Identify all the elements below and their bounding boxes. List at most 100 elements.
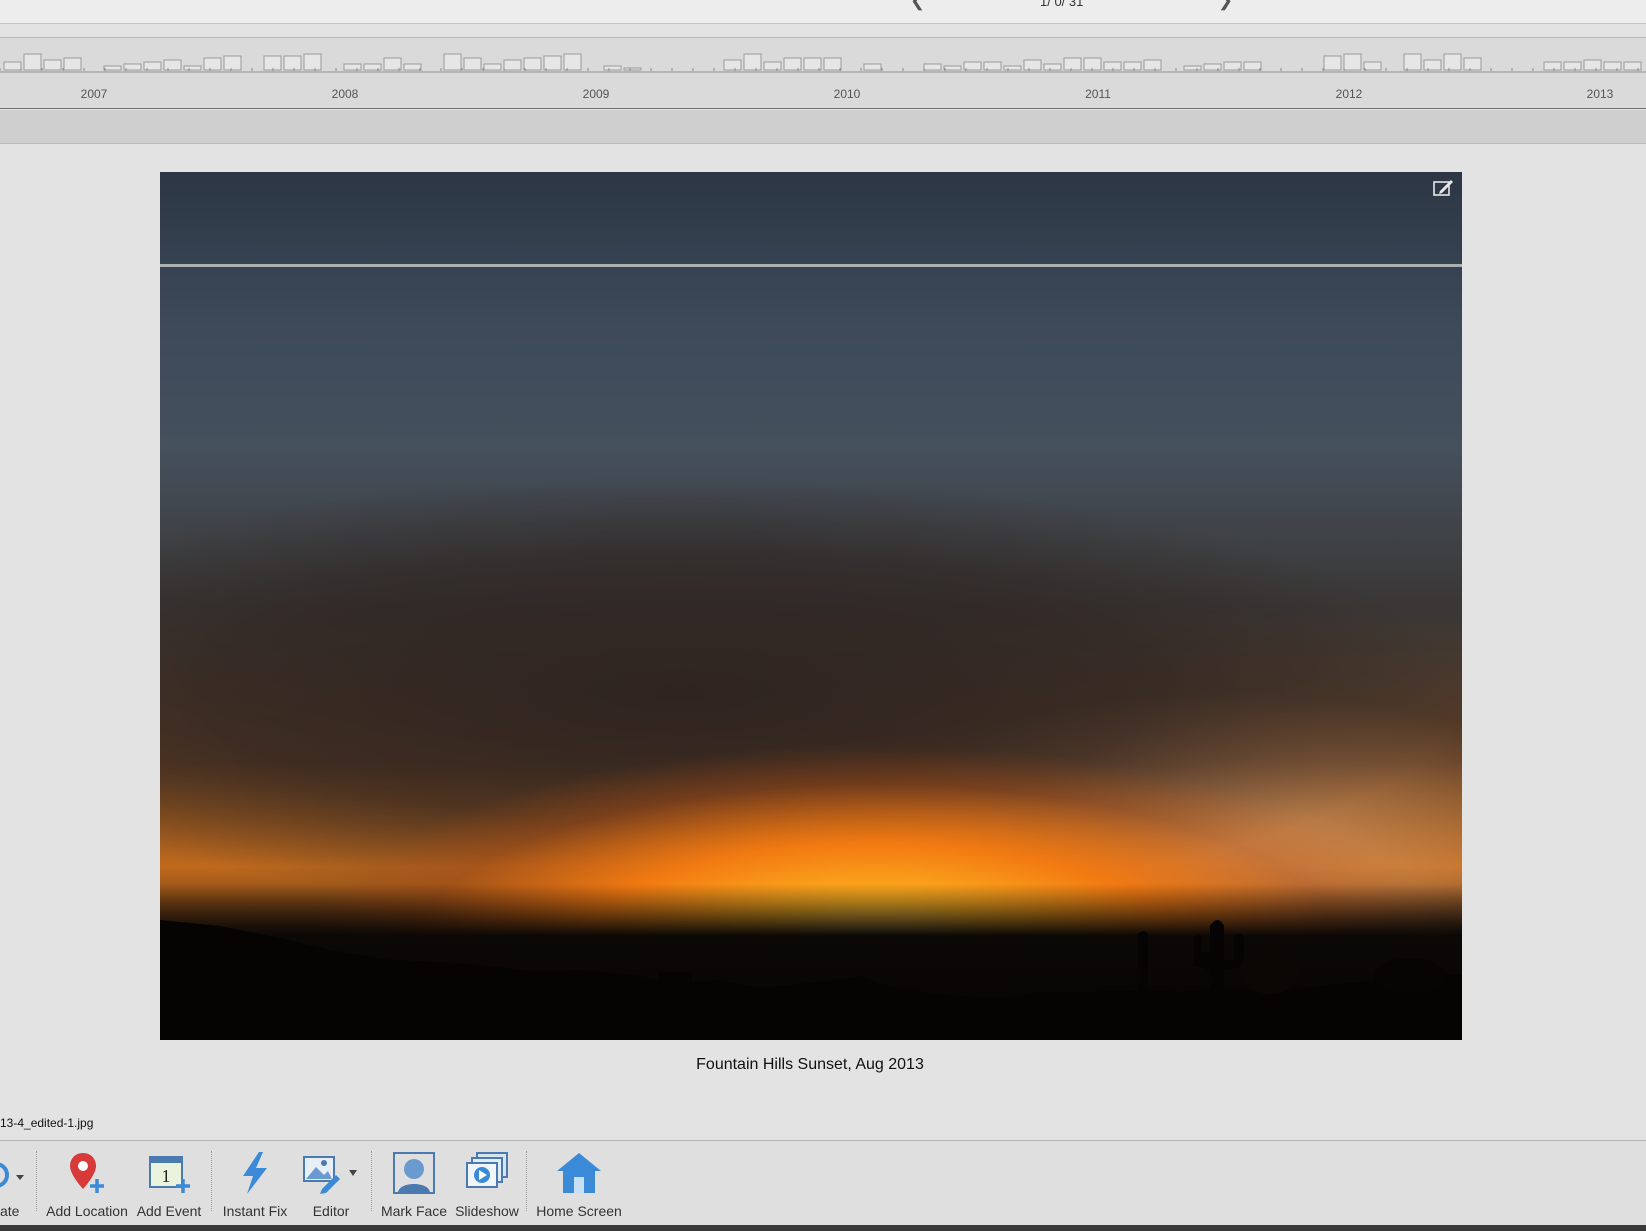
year-label-2010[interactable]: 2010 (834, 87, 861, 101)
editor-label: Editor (312, 1203, 350, 1219)
mark-face-label: Mark Face (380, 1203, 448, 1219)
timeline-histogram-bar (463, 57, 482, 71)
timeline-histogram-bar (1463, 57, 1482, 71)
timeline-histogram-bar (443, 53, 462, 71)
chevron-down-icon[interactable] (348, 1169, 358, 1177)
timeline-histogram-bar (1603, 61, 1622, 71)
timeline-histogram-bar (63, 57, 82, 71)
top-nav-bar: ❮ 1/ 0/ 31 ❯ (0, 0, 1646, 24)
add-location-label: Add Location (46, 1203, 128, 1219)
timeline-histogram-bar (1003, 65, 1022, 71)
timeline-histogram-bar (1583, 59, 1602, 71)
timeline-axis (0, 71, 1646, 73)
timeline-histogram-bar (943, 65, 962, 71)
slideshow-label: Slideshow (455, 1203, 519, 1219)
next-button[interactable]: ❯ (1218, 0, 1233, 9)
year-label-2012[interactable]: 2012 (1336, 87, 1363, 101)
timeline-histogram-bar (1423, 59, 1442, 71)
timeline-histogram-bar (1343, 53, 1362, 71)
home-screen-button[interactable]: Home Screen (532, 1141, 626, 1226)
toolbar-separator (211, 1151, 212, 1211)
timeline-histogram-bar (523, 57, 542, 71)
slideshow-icon (466, 1152, 508, 1188)
edit-photo-icon[interactable] (1432, 178, 1454, 198)
timeline-histogram-bar (383, 57, 402, 71)
timeline-histogram-bar (1443, 53, 1462, 71)
home-icon (557, 1153, 601, 1193)
timeline-histogram-bar (3, 61, 22, 71)
rotate-label: ate (0, 1203, 20, 1219)
face-person-icon (393, 1152, 435, 1194)
toolbar-separator (526, 1151, 527, 1211)
timeline-histogram-bar (23, 53, 42, 71)
timeline-histogram-bar (343, 63, 362, 71)
timeline-histogram-bar (403, 63, 422, 71)
lightning-bolt-icon (243, 1152, 267, 1194)
mark-face-button[interactable]: Mark Face (378, 1141, 450, 1226)
year-label-2007[interactable]: 2007 (81, 87, 108, 101)
media-header-bar (0, 110, 1646, 144)
timeline-histogram-bar (263, 55, 282, 71)
photo-counter: 1/ 0/ 31 (1040, 0, 1084, 9)
timeline-histogram-bar (863, 63, 882, 71)
timeline-histogram-bar (303, 53, 322, 71)
add-event-button[interactable]: 1 Add Event (134, 1141, 204, 1226)
year-label-2009[interactable]: 2009 (583, 87, 610, 101)
rotate-icon (0, 1162, 24, 1188)
instant-fix-button[interactable]: Instant Fix (218, 1141, 292, 1226)
timeline-histogram-bar (1403, 53, 1422, 71)
home-screen-label: Home Screen (536, 1203, 622, 1219)
photo-edit-icon (303, 1156, 340, 1194)
toolbar-separator (371, 1151, 372, 1211)
timeline-histogram-bar (203, 57, 222, 71)
timeline[interactable]: 2007 2008 2009 2010 2011 2012 2013 (0, 37, 1646, 109)
timeline-histogram-bar (963, 61, 982, 71)
slideshow-button[interactable]: Slideshow (454, 1141, 520, 1226)
previous-button[interactable]: ❮ (910, 0, 925, 9)
location-pin-icon (70, 1153, 104, 1193)
photo-view[interactable] (160, 172, 1462, 1040)
timeline-histogram-bar (803, 57, 822, 71)
photo-organizer-window: ❮ 1/ 0/ 31 ❯ 2007 2008 2009 2010 2011 20… (0, 0, 1646, 1231)
timeline-histogram-bar (603, 65, 622, 71)
timeline-histogram-bar (1223, 61, 1242, 71)
timeline-histogram-bar (823, 57, 842, 71)
photo-filename: 13-4_edited-1.jpg (0, 1116, 94, 1130)
timeline-histogram-bar (1123, 61, 1142, 71)
timeline-histogram-bar (723, 59, 742, 71)
timeline-histogram-bar (283, 55, 302, 71)
timeline-histogram-bar (1323, 55, 1342, 71)
timeline-histogram-bar (923, 63, 942, 71)
window-bottom-edge (0, 1225, 1646, 1231)
timeline-histogram-bar (1243, 61, 1262, 71)
instant-fix-label: Instant Fix (222, 1203, 288, 1219)
timeline-histogram-bar (743, 53, 762, 71)
rotate-button[interactable]: ate (0, 1141, 30, 1226)
timeline-histogram-bar (1023, 59, 1042, 71)
timeline-histogram-bar (163, 59, 182, 71)
timeline-histogram-bar (483, 63, 502, 71)
timeline-histogram-bar (103, 65, 122, 71)
year-label-2013[interactable]: 2013 (1587, 87, 1614, 101)
timeline-histogram-bar (1043, 63, 1062, 71)
timeline-histogram-bar (1363, 61, 1382, 71)
timeline-histogram-bar (543, 55, 562, 71)
add-event-label: Add Event (136, 1203, 202, 1219)
timeline-histogram-bar (43, 59, 62, 71)
timeline-histogram-bar (763, 61, 782, 71)
calendar-add-icon: 1 (149, 1156, 190, 1193)
add-location-button[interactable]: Add Location (44, 1141, 130, 1226)
timeline-histogram-bar (1063, 57, 1082, 71)
photo-caption[interactable]: Fountain Hills Sunset, Aug 2013 (0, 1056, 1620, 1074)
timeline-histogram-bar (223, 55, 242, 71)
timeline-histogram (0, 53, 1642, 72)
year-label-2008[interactable]: 2008 (332, 87, 359, 101)
timeline-histogram-bar (1183, 65, 1202, 71)
timeline-histogram-bar (623, 67, 642, 71)
year-label-2011[interactable]: 2011 (1085, 87, 1111, 101)
editor-button[interactable]: Editor (296, 1141, 366, 1226)
sky-streak (160, 264, 1462, 267)
landscape-silhouette (160, 920, 1462, 1040)
timeline-histogram-bar (1543, 61, 1562, 71)
bottom-toolbar: ate Add Location 1 Add Event Instant Fix… (0, 1140, 1646, 1225)
